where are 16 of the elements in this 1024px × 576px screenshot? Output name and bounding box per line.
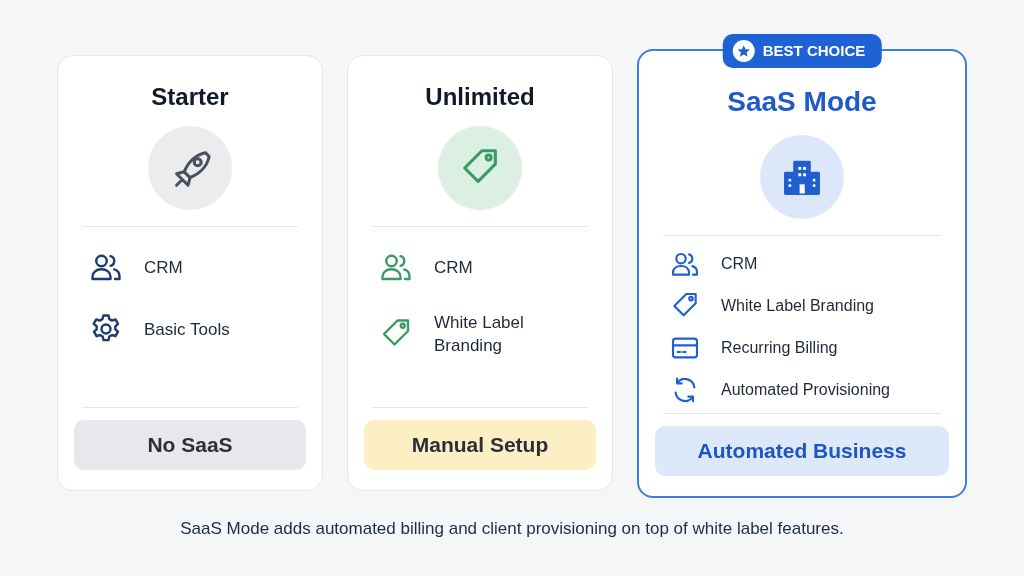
feature-label: White Label Branding bbox=[434, 312, 525, 357]
feature-label: Recurring Billing bbox=[721, 338, 838, 358]
feature-label: CRM bbox=[144, 256, 183, 279]
feature-label: Automated Provisioning bbox=[721, 380, 890, 400]
feature-label: CRM bbox=[434, 256, 473, 279]
plan-tag: Automated Business bbox=[655, 425, 949, 476]
caption: SaaS Mode adds automated billing and client provisioning on top of white label features. bbox=[179, 519, 845, 539]
feature-label: CRM bbox=[721, 254, 758, 274]
plan-title: SaaS Mode bbox=[727, 86, 877, 117]
badge-label: BEST CHOICE bbox=[762, 42, 866, 59]
plan-tag: Manual Setup bbox=[364, 420, 596, 470]
plan-title: Starter bbox=[151, 82, 229, 112]
feature-label: Basic Tools bbox=[144, 318, 230, 341]
plan-title: Unlimited bbox=[425, 82, 535, 112]
plan-tag: No SaaS bbox=[74, 420, 306, 470]
feature-label: White Label Branding bbox=[721, 296, 874, 316]
